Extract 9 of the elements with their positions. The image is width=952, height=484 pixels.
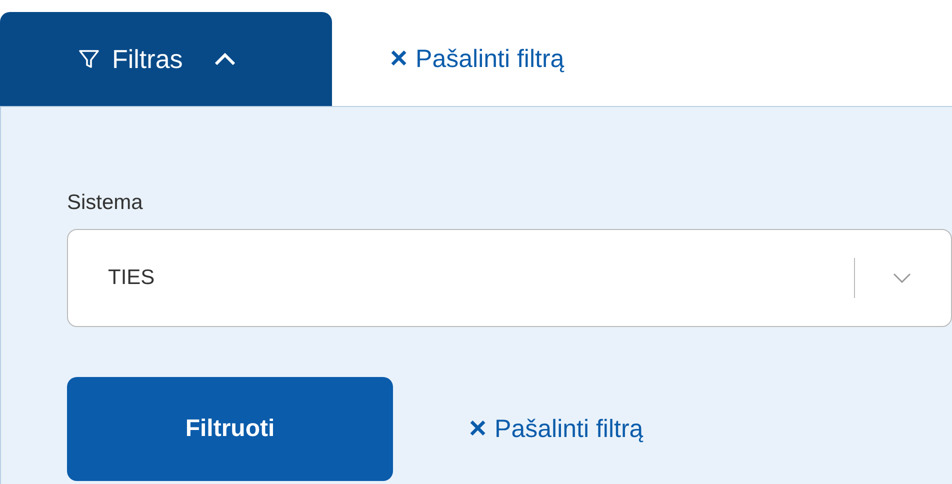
- filter-tab[interactable]: Filtras: [0, 12, 332, 106]
- remove-filter-link[interactable]: × Pašalinti filtrą: [390, 44, 564, 74]
- system-select[interactable]: TIES: [67, 229, 952, 327]
- remove-filter-link[interactable]: × Pašalinti filtrą: [469, 414, 644, 444]
- filter-button[interactable]: Filtruoti: [67, 377, 393, 481]
- field-label: Sistema: [67, 191, 144, 215]
- filter-icon: [78, 48, 100, 70]
- chevron-icon: [214, 53, 235, 65]
- chevron-down-icon: [893, 273, 911, 283]
